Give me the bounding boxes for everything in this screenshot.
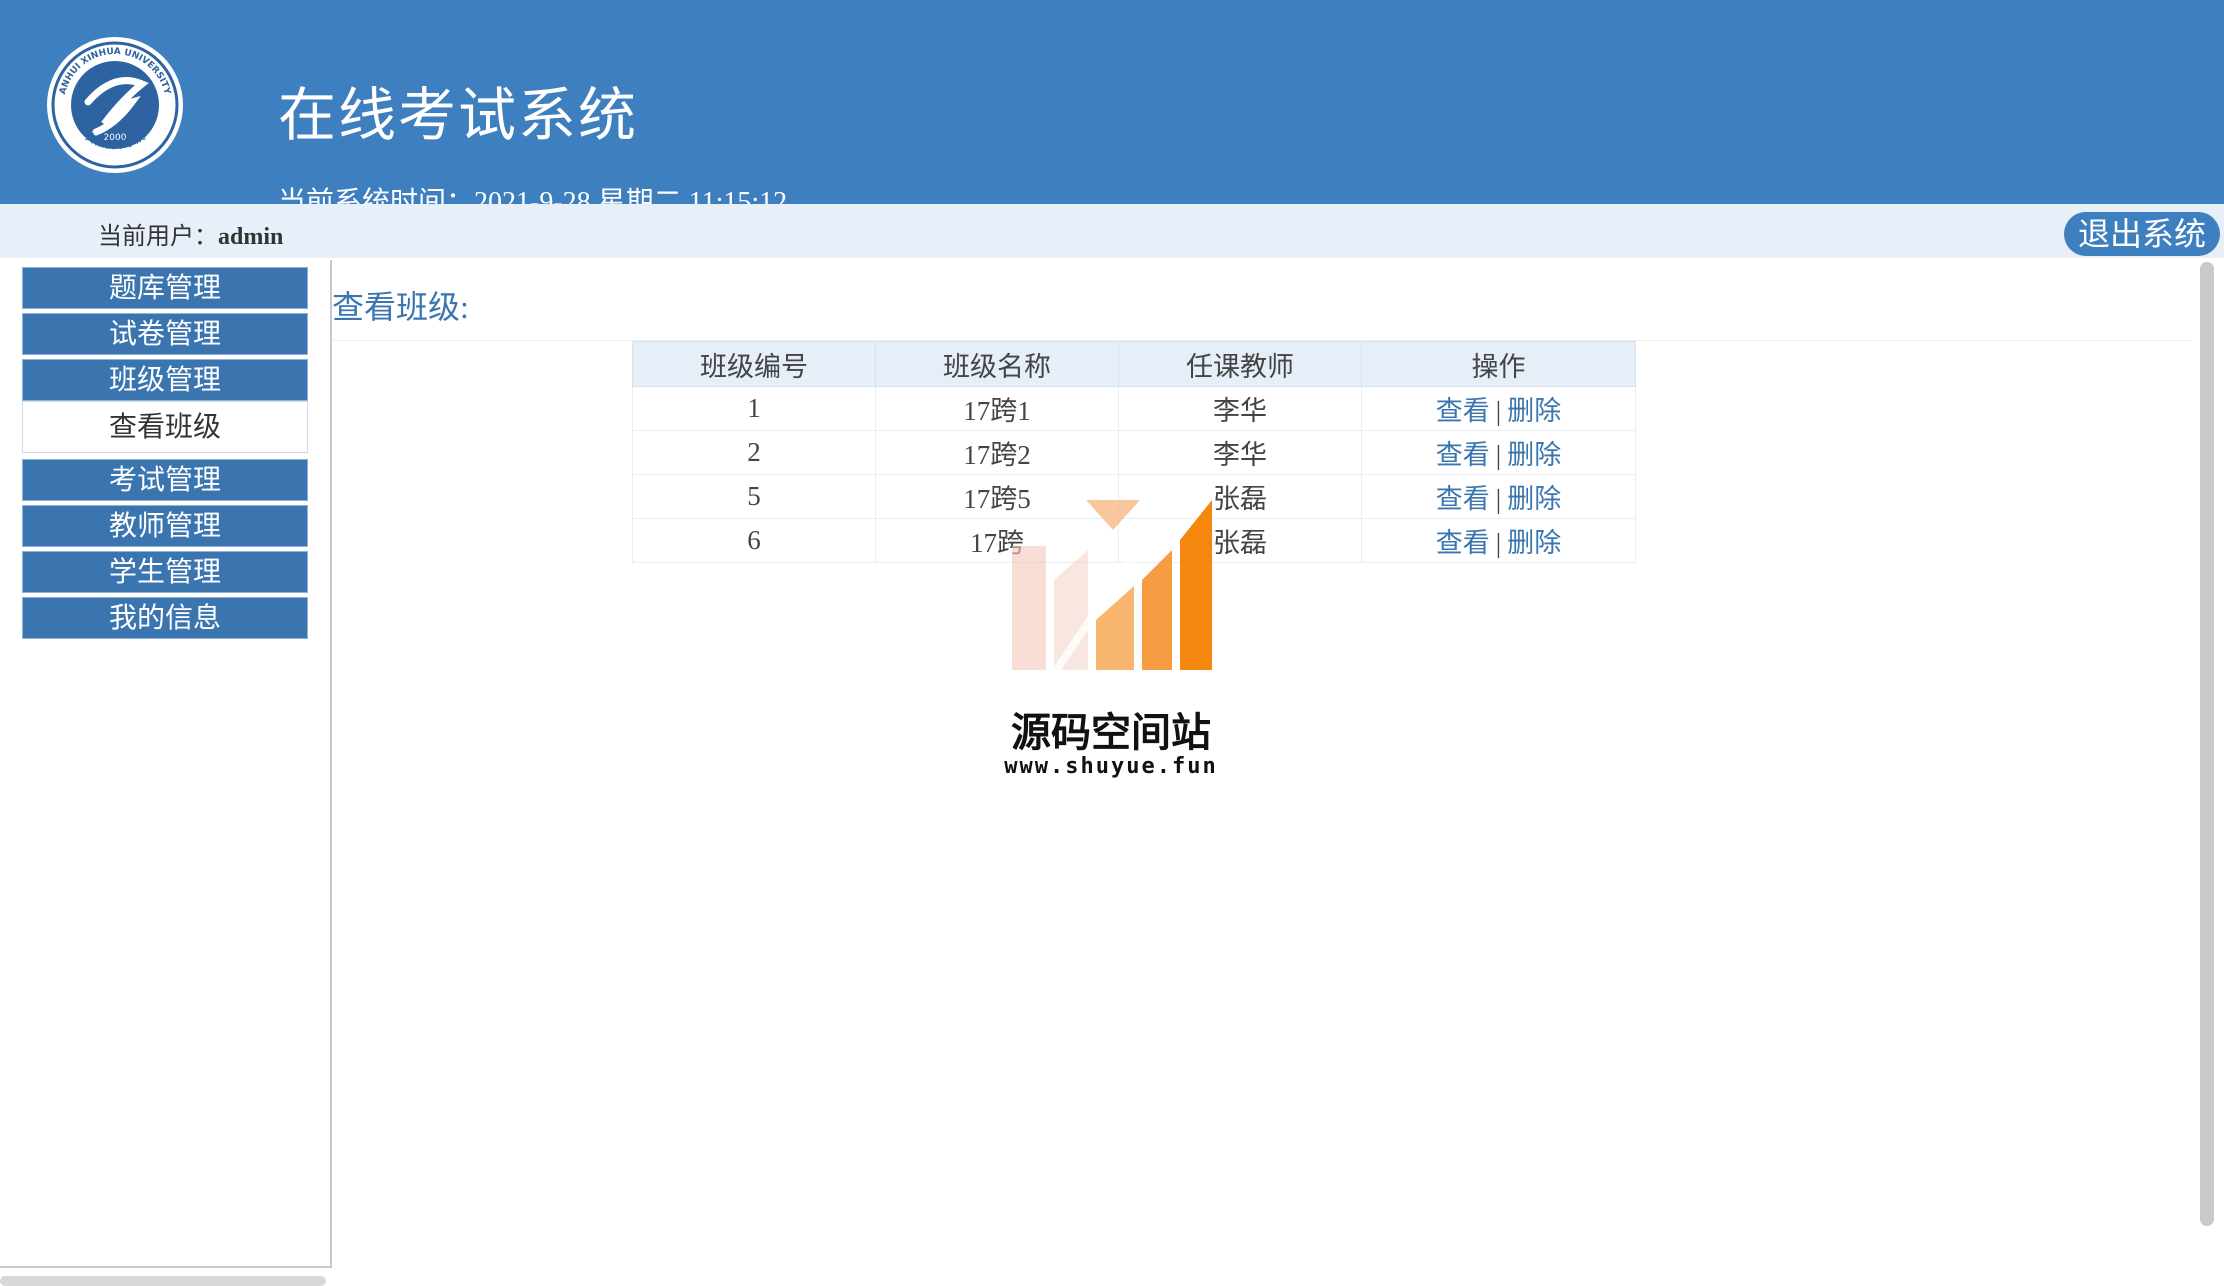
table-header-row: 班级编号 班级名称 任课教师 操作 [632, 341, 1636, 387]
sidebar: 题库管理 试卷管理 班级管理 查看班级 考试管理 教师管理 学生管理 我的信息 [0, 260, 332, 1268]
delete-link[interactable]: 删除 [1507, 396, 1561, 426]
delete-link[interactable]: 删除 [1507, 528, 1561, 558]
sidebar-item-my-info[interactable]: 我的信息 [22, 597, 308, 639]
sidebar-subitem-view-classes[interactable]: 查看班级 [22, 401, 308, 453]
cell-teacher: 李华 [1118, 386, 1362, 431]
sidebar-horizontal-scrollbar[interactable] [0, 1276, 326, 1286]
table-row: 2 17跨2 李华 查看 | 删除 [632, 430, 1636, 475]
table-row: 5 17跨5 张磊 查看 | 删除 [632, 474, 1636, 519]
cell-teacher: 李华 [1118, 430, 1362, 475]
column-header-class-id: 班级编号 [632, 341, 876, 387]
system-time: 当前系统时间：2021-9-28 星期二 11:15:12 [278, 187, 788, 204]
cell-class-id: 5 [632, 474, 876, 519]
current-user-label: 当前用户： [98, 224, 218, 250]
cell-actions: 查看 | 删除 [1361, 518, 1636, 563]
action-separator: | [1495, 440, 1502, 470]
sidebar-item-question-bank[interactable]: 题库管理 [22, 267, 308, 309]
action-separator: | [1495, 484, 1502, 514]
cell-class-id: 6 [632, 518, 876, 563]
view-link[interactable]: 查看 [1436, 396, 1490, 426]
vertical-scrollbar[interactable] [2200, 262, 2214, 1226]
header: 2000 ANHUI XINHUA UNIVERSITY 安徽新华学院 在线考试… [0, 0, 2224, 204]
cell-actions: 查看 | 删除 [1361, 386, 1636, 431]
cell-actions: 查看 | 删除 [1361, 430, 1636, 475]
table-row: 6 17跨 张磊 查看 | 删除 [632, 518, 1636, 563]
current-user-name: admin [218, 224, 284, 250]
cell-actions: 查看 | 删除 [1361, 474, 1636, 519]
cell-class-id: 2 [632, 430, 876, 475]
table-row: 1 17跨1 李华 查看 | 删除 [632, 386, 1636, 431]
cell-class-name: 17跨1 [875, 386, 1119, 431]
watermark-text: 源码空间站 [1011, 710, 1211, 756]
app-title: 在线考试系统 [278, 83, 639, 148]
view-link[interactable]: 查看 [1436, 440, 1490, 470]
delete-link[interactable]: 删除 [1507, 440, 1561, 470]
action-separator: | [1495, 396, 1502, 426]
action-separator: | [1495, 528, 1502, 558]
cell-class-name: 17跨5 [875, 474, 1119, 519]
cell-teacher: 张磊 [1118, 474, 1362, 519]
current-user: 当前用户：admin [98, 216, 283, 251]
logout-button[interactable]: 退出系统 [2063, 212, 2220, 256]
watermark-url: www.shuyue.fun [1004, 754, 1218, 779]
sidebar-item-exam-management[interactable]: 考试管理 [22, 459, 308, 501]
column-header-teacher: 任课教师 [1118, 341, 1362, 387]
column-header-actions: 操作 [1361, 341, 1636, 387]
delete-link[interactable]: 删除 [1507, 484, 1561, 514]
cell-class-id: 1 [632, 386, 876, 431]
column-header-class-name: 班级名称 [875, 341, 1119, 387]
sidebar-item-class-management[interactable]: 班级管理 [22, 359, 308, 401]
cell-class-name: 17跨 [875, 518, 1119, 563]
university-logo: 2000 ANHUI XINHUA UNIVERSITY 安徽新华学院 [47, 37, 183, 173]
cell-teacher: 张磊 [1118, 518, 1362, 563]
user-bar: 当前用户：admin 退出系统 [0, 204, 2224, 258]
class-table: 班级编号 班级名称 任课教师 操作 1 17跨1 李华 查看 | 删除 2 17跨2… [632, 341, 1636, 563]
page-title: 查看班级: [332, 289, 469, 325]
sidebar-item-paper-management[interactable]: 试卷管理 [22, 313, 308, 355]
view-link[interactable]: 查看 [1436, 528, 1490, 558]
view-link[interactable]: 查看 [1436, 484, 1490, 514]
cell-class-name: 17跨2 [875, 430, 1119, 475]
sidebar-item-student-management[interactable]: 学生管理 [22, 551, 308, 593]
sidebar-item-teacher-management[interactable]: 教师管理 [22, 505, 308, 547]
